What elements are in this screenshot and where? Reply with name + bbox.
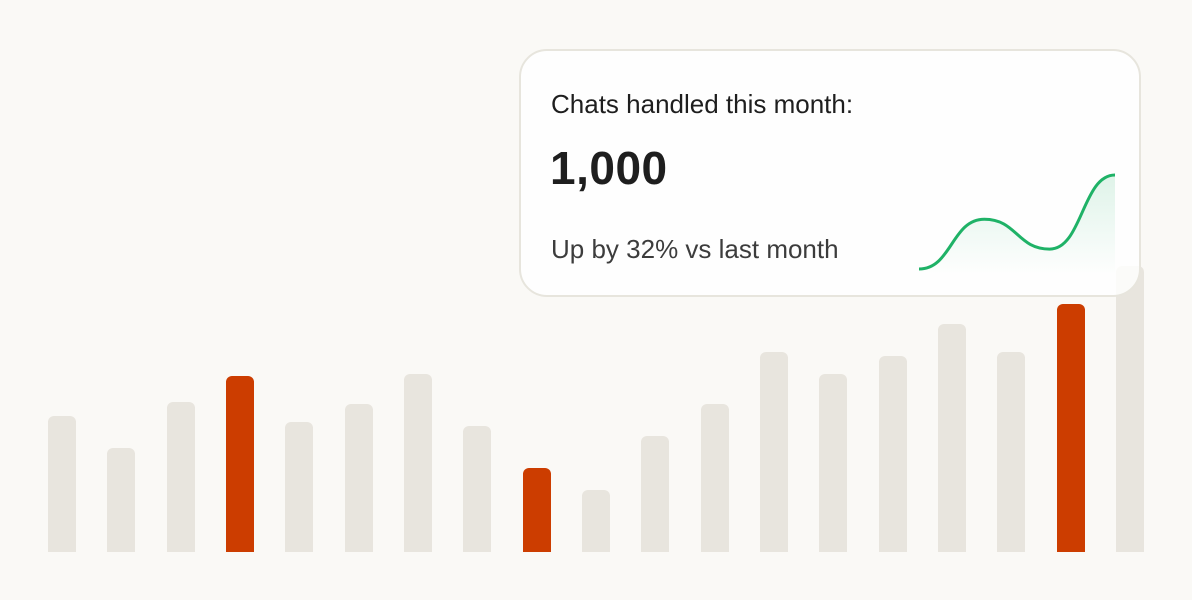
bar <box>641 436 670 552</box>
bar <box>819 374 848 552</box>
bar <box>48 416 76 552</box>
bar <box>1115 266 1144 552</box>
bar <box>463 426 492 552</box>
bar <box>403 374 432 552</box>
bar <box>997 352 1026 552</box>
bar <box>107 448 136 552</box>
trend-sparkline <box>919 173 1115 275</box>
card-title: Chats handled this month: <box>551 89 854 119</box>
bar <box>285 422 314 552</box>
card-trend-text: Up by 32% vs last month <box>551 234 839 264</box>
bar-highlighted <box>225 376 254 552</box>
bar <box>700 404 729 552</box>
stat-card: Chats handled this month: 1,000 Up by 32… <box>519 49 1141 297</box>
bar <box>166 402 195 552</box>
sparkline-area <box>919 175 1115 275</box>
bar <box>937 324 966 552</box>
bar-highlighted <box>522 468 551 552</box>
bar-highlighted <box>1056 304 1085 552</box>
bar <box>344 404 373 552</box>
card-value: 1,000 <box>550 142 668 194</box>
bar <box>759 352 788 552</box>
bar <box>581 490 610 552</box>
bar <box>878 356 907 552</box>
